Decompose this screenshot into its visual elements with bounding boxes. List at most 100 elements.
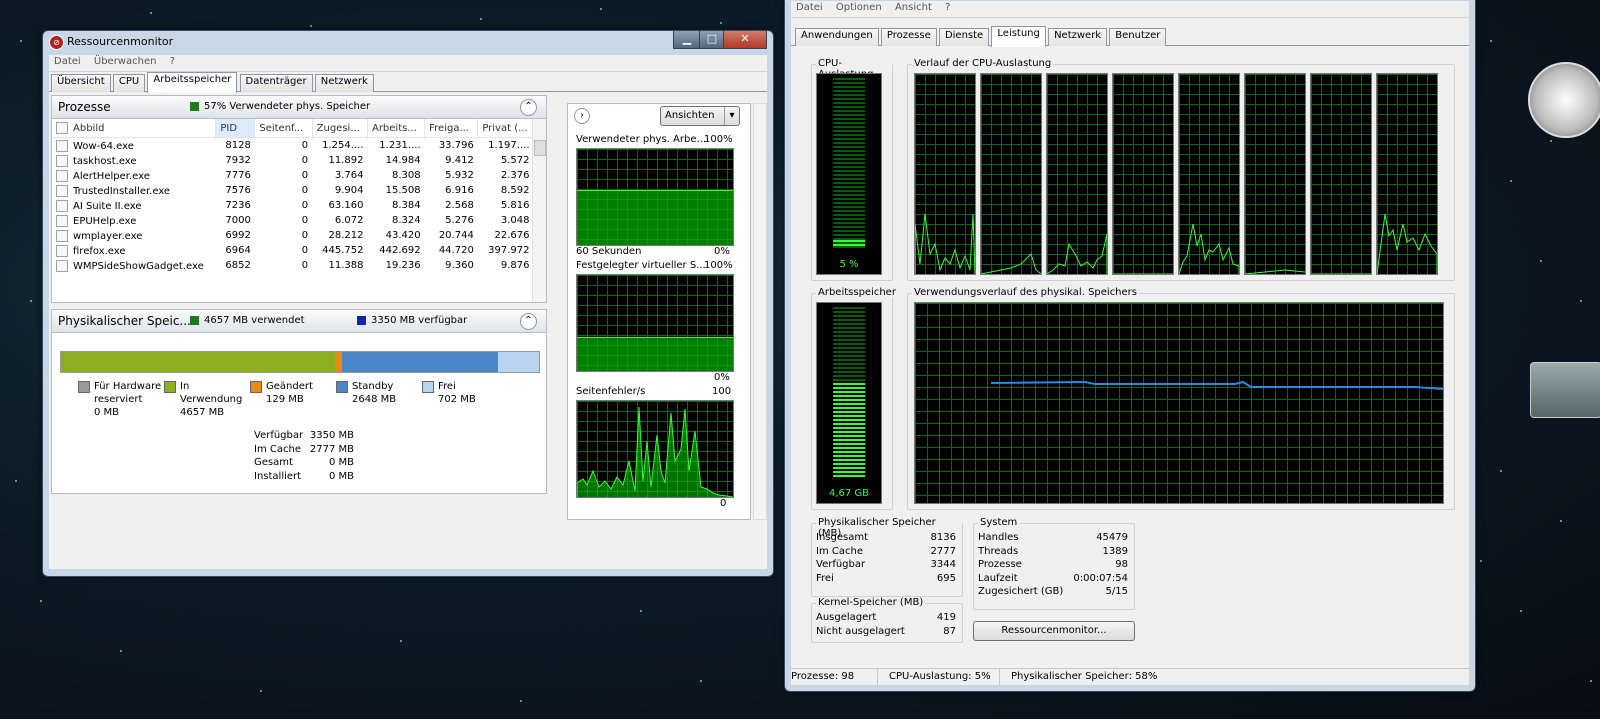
process-value-cell: 5.276 bbox=[425, 213, 478, 228]
info-value: 5/15 bbox=[1105, 586, 1128, 597]
resmon-titlebar[interactable]: ⊘ Ressourcenmonitor ▁ □ ✕ bbox=[43, 31, 773, 53]
process-row[interactable]: wmplayer.exe 6992 0 28.212 43.420 20.744 22.67… bbox=[52, 228, 534, 243]
process-row[interactable]: AlertHelper.exe 7776 0 3.764 8.308 5.932 2.376 bbox=[52, 168, 534, 183]
menu-ansicht[interactable]: Ansicht bbox=[890, 1, 937, 14]
menu-datei[interactable]: Datei bbox=[49, 55, 86, 68]
select-all-checkbox[interactable] bbox=[56, 122, 68, 134]
star bbox=[1480, 560, 1482, 562]
slideshow-gadget[interactable] bbox=[1530, 362, 1600, 418]
tab-dienste[interactable]: Dienste bbox=[938, 28, 990, 46]
column-label: Arbeits... bbox=[371, 122, 417, 134]
process-checkbox[interactable] bbox=[56, 259, 68, 272]
dropdown-arrow-icon: ▾ bbox=[724, 107, 739, 125]
process-value-cell: 3.764 bbox=[312, 168, 367, 183]
process-checkbox[interactable] bbox=[56, 139, 68, 152]
phys-memory-graph bbox=[576, 148, 734, 246]
info-value: 419 bbox=[936, 612, 956, 623]
column-header[interactable]: Abbild bbox=[52, 119, 217, 138]
minimize-button[interactable]: ▁ bbox=[673, 31, 701, 49]
tab-anwendungen[interactable]: Anwendungen bbox=[795, 28, 879, 46]
process-scrollbar[interactable] bbox=[532, 119, 546, 302]
process-checkbox[interactable] bbox=[56, 199, 68, 212]
processes-header[interactable]: Prozesse 57% Verwendeter phys. Speicher … bbox=[52, 96, 546, 119]
column-header[interactable]: Privat (... bbox=[477, 119, 534, 138]
column-label: Privat (... bbox=[482, 122, 528, 134]
process-row[interactable]: taskhost.exe 7932 0 11.892 14.984 9.412 5.572 bbox=[52, 153, 534, 168]
tab-netzwerk[interactable]: Netzwerk bbox=[314, 74, 374, 92]
info-value: 3344 bbox=[930, 559, 956, 570]
column-header[interactable]: Arbeits... bbox=[367, 119, 426, 138]
process-row[interactable]: EPUHelp.exe 7000 0 6.072 8.324 5.276 3.048 bbox=[52, 213, 534, 228]
process-value-cell: 6.916 bbox=[425, 183, 478, 198]
process-checkbox[interactable] bbox=[56, 184, 68, 197]
star bbox=[30, 300, 32, 302]
resmon-menubar: Datei Überwachen ? bbox=[49, 55, 767, 72]
chevron-right-icon[interactable]: › bbox=[574, 108, 590, 124]
process-checkbox[interactable] bbox=[56, 169, 68, 182]
menu-ueberwachen[interactable]: Überwachen bbox=[89, 55, 162, 68]
process-checkbox[interactable] bbox=[56, 244, 68, 257]
graph2-title: Festgelegter virtueller S... bbox=[576, 260, 706, 271]
cell-text: 3.048 bbox=[500, 215, 530, 226]
column-header[interactable]: PID bbox=[215, 119, 256, 138]
tab-leistung[interactable]: Leistung bbox=[991, 26, 1046, 47]
column-header[interactable]: Zugesi... bbox=[312, 119, 368, 138]
process-checkbox[interactable] bbox=[56, 154, 68, 167]
maximize-button[interactable]: □ bbox=[699, 31, 725, 49]
process-row[interactable]: WMPSideShowGadget.exe 6852 0 11.388 19.236 9.… bbox=[52, 258, 534, 273]
menu-datei[interactable]: Datei bbox=[791, 1, 828, 14]
memory-usage-bar bbox=[60, 351, 540, 373]
window-title: Ressourcenmonitor bbox=[67, 35, 174, 48]
views-dropdown[interactable]: Ansichten ▾ bbox=[660, 106, 740, 126]
menu-help[interactable]: ? bbox=[940, 1, 955, 14]
cell-text: 20.744 bbox=[438, 230, 474, 241]
collapse-icon[interactable]: ⌃ bbox=[520, 313, 537, 330]
process-value-cell: 8128 bbox=[216, 138, 255, 154]
tab-arbeitsspeicher[interactable]: Arbeitsspeicher bbox=[147, 72, 238, 93]
memory-summary-row: Verfügbar 3350 MB bbox=[254, 430, 354, 444]
tab-benutzer[interactable]: Benutzer bbox=[1109, 28, 1167, 46]
memory-summary-row: Installiert 0 MB bbox=[254, 471, 354, 485]
cpu-core-line bbox=[1377, 213, 1437, 274]
process-value-cell: 8.592 bbox=[478, 183, 534, 198]
info-key: Handles bbox=[978, 532, 1019, 543]
tab-cpu[interactable]: CPU bbox=[112, 74, 146, 92]
info-row: Handles 45479 bbox=[978, 532, 1128, 546]
process-name-cell: taskhost.exe bbox=[52, 153, 216, 168]
resource-monitor-button[interactable]: Ressourcenmonitor... bbox=[973, 621, 1135, 641]
memory-history-graph bbox=[914, 302, 1444, 504]
process-row[interactable]: TrustedInstaller.exe 7576 0 9.904 15.508 6.91… bbox=[52, 183, 534, 198]
legend-value: 0 MB bbox=[94, 407, 120, 418]
collapse-icon[interactable]: ⌃ bbox=[520, 99, 537, 116]
process-checkbox[interactable] bbox=[56, 214, 68, 227]
column-header[interactable]: Seitenf... bbox=[254, 119, 313, 138]
summary-key: Installiert bbox=[254, 470, 302, 482]
memory-legend-item: Frei 702 MB bbox=[422, 380, 476, 406]
process-checkbox[interactable] bbox=[56, 229, 68, 242]
cell-text: 6.916 bbox=[445, 185, 474, 196]
info-row: Prozesse 98 bbox=[978, 559, 1128, 573]
summary-key: Im Cache bbox=[254, 443, 301, 455]
tab-uebersicht[interactable]: Übersicht bbox=[51, 74, 111, 92]
physical-memory-header[interactable]: Physikalischer Speic... 4657 MB verwende… bbox=[52, 310, 546, 333]
tab-datentraeger[interactable]: Datenträger bbox=[239, 74, 313, 92]
graph-scrollbar[interactable] bbox=[753, 103, 767, 520]
menu-help[interactable]: ? bbox=[165, 55, 180, 68]
cpu-meter-gadget[interactable] bbox=[1528, 62, 1600, 138]
tab-prozesse[interactable]: Prozesse bbox=[880, 28, 937, 46]
process-row[interactable]: AI Suite II.exe 7236 0 63.160 8.384 2.568 5.81… bbox=[52, 198, 534, 213]
close-button[interactable]: ✕ bbox=[723, 31, 767, 49]
process-name-cell: TrustedInstaller.exe bbox=[52, 183, 216, 198]
menu-optionen[interactable]: Optionen bbox=[831, 1, 887, 14]
process-row[interactable]: firefox.exe 6964 0 445.752 442.692 44.720 397.… bbox=[52, 243, 534, 258]
summary-value: 0 MB bbox=[328, 470, 354, 482]
star bbox=[1510, 180, 1512, 182]
scrollbar-thumb[interactable] bbox=[534, 140, 546, 156]
processes-status: 57% Verwendeter phys. Speicher bbox=[190, 101, 370, 112]
column-header[interactable]: Freiga... bbox=[424, 119, 479, 138]
info-key: Zugesichert (GB) bbox=[978, 586, 1064, 597]
cell-text: 5.276 bbox=[445, 215, 474, 226]
process-row[interactable]: Wow-64.exe 8128 0 1.254.... 1.231.... 33.796 1… bbox=[52, 138, 534, 154]
star bbox=[1500, 470, 1502, 472]
tab-netzwerk[interactable]: Netzwerk bbox=[1048, 28, 1108, 46]
